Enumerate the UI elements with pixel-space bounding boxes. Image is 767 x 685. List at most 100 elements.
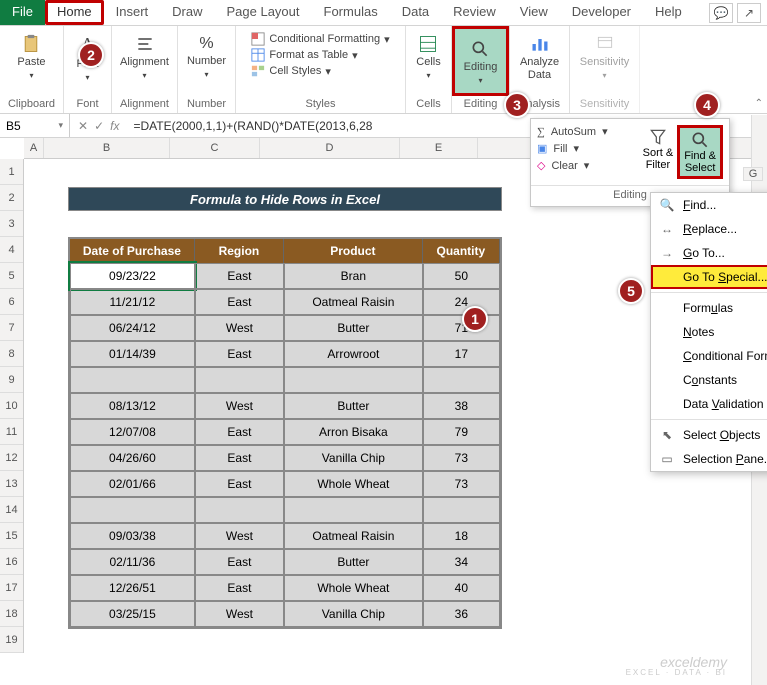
- menu-find[interactable]: 🔍Find...: [651, 193, 767, 217]
- col-header-b[interactable]: B: [44, 138, 170, 158]
- row-header-8[interactable]: 8: [0, 341, 23, 367]
- row-header-14[interactable]: 14: [0, 497, 23, 523]
- comments-icon[interactable]: 💬: [709, 3, 733, 23]
- tab-data[interactable]: Data: [390, 0, 441, 25]
- table-row[interactable]: [70, 367, 500, 393]
- table-row[interactable]: 12/26/51EastWhole Wheat40: [70, 575, 500, 601]
- row-header-4[interactable]: 4: [0, 237, 23, 263]
- editing-button[interactable]: Editing▾: [460, 37, 502, 88]
- th-product: Product: [284, 239, 423, 263]
- group-clipboard-label: Clipboard: [6, 96, 57, 113]
- th-qty: Quantity: [423, 239, 500, 263]
- tab-page-layout[interactable]: Page Layout: [215, 0, 312, 25]
- number-button[interactable]: %Number▾: [183, 32, 230, 82]
- col-header-e[interactable]: E: [400, 138, 478, 158]
- menu-replace[interactable]: ↔Replace...: [651, 217, 767, 241]
- menu-formulas[interactable]: Formulas: [651, 296, 767, 320]
- row-header-19[interactable]: 19: [0, 627, 23, 653]
- menu-selection-pane[interactable]: ▭Selection Pane...: [651, 447, 767, 471]
- row-header-17[interactable]: 17: [0, 575, 23, 601]
- tab-home[interactable]: Home: [45, 0, 104, 25]
- tab-file[interactable]: File: [0, 0, 45, 25]
- col-header-d[interactable]: D: [260, 138, 400, 158]
- accept-formula-icon[interactable]: ✓: [94, 119, 104, 133]
- row-header-9[interactable]: 9: [0, 367, 23, 393]
- table-row[interactable]: 09/03/38WestOatmeal Raisin18: [70, 523, 500, 549]
- row-header-3[interactable]: 3: [0, 211, 23, 237]
- row-header-7[interactable]: 7: [0, 315, 23, 341]
- alignment-button[interactable]: Alignment▾: [116, 32, 173, 83]
- menu-select-objects[interactable]: ⬉Select Objects: [651, 423, 767, 447]
- watermark: exceldemy EXCEL · DATA · BI: [626, 655, 727, 677]
- tab-formulas[interactable]: Formulas: [312, 0, 390, 25]
- find-select-button[interactable]: Find & Select: [677, 125, 723, 179]
- row-header-16[interactable]: 16: [0, 549, 23, 575]
- menu-goto[interactable]: →Go To...: [651, 241, 767, 265]
- group-editing-label: Editing: [452, 96, 509, 113]
- row-header-1[interactable]: 1: [0, 159, 23, 185]
- group-alignment-label: Alignment: [118, 96, 171, 113]
- row-header-12[interactable]: 12: [0, 445, 23, 471]
- cell-styles-button[interactable]: Cell Styles ▾: [251, 64, 389, 78]
- collapse-ribbon-icon[interactable]: ⌃: [755, 98, 763, 109]
- tab-developer[interactable]: Developer: [560, 0, 643, 25]
- name-box[interactable]: B5▾: [0, 114, 70, 137]
- menu-constants[interactable]: Constants: [651, 368, 767, 392]
- conditional-formatting-button[interactable]: Conditional Formatting ▾: [251, 32, 389, 46]
- table-row[interactable]: 02/11/36EastButter34: [70, 549, 500, 575]
- col-header-c[interactable]: C: [170, 138, 260, 158]
- share-icon[interactable]: ↗: [737, 3, 761, 23]
- ribbon-tabs: File Home Insert Draw Page Layout Formul…: [0, 0, 767, 26]
- row-header-5[interactable]: 5: [0, 263, 23, 289]
- menu-goto-special[interactable]: Go To Special...: [651, 265, 767, 289]
- table-row[interactable]: 04/26/60EastVanilla Chip73: [70, 445, 500, 471]
- menu-data-validation[interactable]: Data Validation: [651, 392, 767, 416]
- fx-icon[interactable]: fx: [110, 119, 119, 133]
- group-sensitivity-label: Sensitivity: [576, 96, 633, 113]
- tab-draw[interactable]: Draw: [160, 0, 214, 25]
- cells-button[interactable]: Cells▾: [412, 32, 444, 83]
- table-row[interactable]: 01/14/39EastArrowroot17: [70, 341, 500, 367]
- tab-review[interactable]: Review: [441, 0, 508, 25]
- table-row[interactable]: 03/25/15WestVanilla Chip36: [70, 601, 500, 627]
- tab-view[interactable]: View: [508, 0, 560, 25]
- group-font-label: Font: [70, 96, 105, 113]
- callout-5: 5: [618, 278, 644, 304]
- callout-1: 1: [462, 306, 488, 332]
- menu-conditional-formatting[interactable]: Conditional Form: [651, 344, 767, 368]
- row-header-6[interactable]: 6: [0, 289, 23, 315]
- cancel-formula-icon[interactable]: ✕: [78, 119, 88, 133]
- tab-help[interactable]: Help: [643, 0, 694, 25]
- menu-notes[interactable]: Notes: [651, 320, 767, 344]
- row-header-15[interactable]: 15: [0, 523, 23, 549]
- row-headers: 12345678910111213141516171819: [0, 159, 24, 653]
- table-row[interactable]: 02/01/66EastWhole Wheat73: [70, 471, 500, 497]
- th-date: Date of Purchase: [70, 239, 195, 263]
- callout-2: 2: [78, 42, 104, 68]
- paste-button[interactable]: Paste▾: [13, 32, 49, 83]
- th-region: Region: [195, 239, 284, 263]
- autosum-button[interactable]: ∑AutoSum ▾: [537, 125, 639, 138]
- analyze-data-button[interactable]: Analyze Data: [516, 32, 563, 84]
- col-header-a[interactable]: A: [24, 138, 44, 158]
- col-header-g[interactable]: G: [743, 167, 763, 181]
- fill-button[interactable]: ▣Fill ▾: [537, 142, 639, 155]
- table-row[interactable]: 08/13/12WestButter38: [70, 393, 500, 419]
- sort-filter-button[interactable]: Sort & Filter: [639, 125, 678, 179]
- find-select-menu: 🔍Find... ↔Replace... →Go To... Go To Spe…: [650, 192, 767, 472]
- row-header-10[interactable]: 10: [0, 393, 23, 419]
- row-header-18[interactable]: 18: [0, 601, 23, 627]
- table-row[interactable]: 09/23/22EastBran50: [70, 263, 500, 289]
- row-header-11[interactable]: 11: [0, 419, 23, 445]
- callout-3: 3: [504, 92, 530, 118]
- format-as-table-button[interactable]: Format as Table ▾: [251, 48, 389, 62]
- group-cells-label: Cells: [412, 96, 445, 113]
- clear-button[interactable]: ◇Clear ▾: [537, 159, 639, 172]
- row-header-2[interactable]: 2: [0, 185, 23, 211]
- row-header-13[interactable]: 13: [0, 471, 23, 497]
- table-row[interactable]: 11/21/12EastOatmeal Raisin24: [70, 289, 500, 315]
- tab-insert[interactable]: Insert: [104, 0, 161, 25]
- table-row[interactable]: 12/07/08EastArron Bisaka79: [70, 419, 500, 445]
- table-row[interactable]: [70, 497, 500, 523]
- table-row[interactable]: 06/24/12WestButter71: [70, 315, 500, 341]
